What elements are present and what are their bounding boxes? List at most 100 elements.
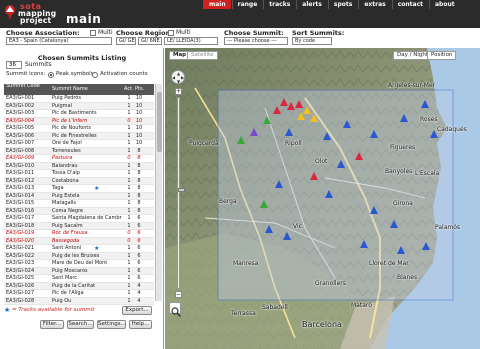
place-label-cadaques: Cadaqués	[437, 126, 467, 133]
table-row[interactable]: EA3/GI-006 Pic de Finestrelles 1 10	[4, 132, 154, 140]
zoom-slider-track[interactable]	[177, 97, 185, 289]
table-row[interactable]: EA3/GI-028 Puig Ou 1 4	[4, 297, 154, 305]
map-search-tool[interactable]	[169, 302, 181, 317]
export-button[interactable]: Export...	[122, 306, 152, 315]
sort-label: Sort Summits:	[292, 29, 345, 37]
zoom-out-button[interactable]: −	[175, 291, 182, 298]
table-row[interactable]: EA3/GI-021 Sant Antoni 1 6 ★	[4, 245, 154, 253]
sort-select[interactable]: By code	[292, 37, 332, 45]
region-select-1[interactable]: GI/ GE	[116, 37, 136, 45]
nav-tab-tracks[interactable]: tracks	[263, 0, 295, 9]
table-row[interactable]: EA3/GI-026 Puig de la Caritat 1 4	[4, 282, 154, 290]
table-scrollbar[interactable]	[155, 84, 162, 301]
zoom-in-button[interactable]: +	[175, 88, 182, 95]
zoom-slider-handle[interactable]	[178, 188, 185, 192]
summit-map[interactable]: Argeles-sur-Mer Roses Cadaqués Figueres …	[165, 48, 480, 349]
region-multi-checkbox[interactable]	[168, 30, 174, 36]
activation-count-cell: 1	[127, 260, 131, 266]
activation-counts-radio[interactable]	[92, 72, 98, 78]
table-row[interactable]: EA3/GI-013 Taga 1 8 ★	[4, 185, 154, 193]
nav-tab-main[interactable]: main	[203, 0, 231, 9]
selector-bar: Choose Association: Multi EA3 - Spain (C…	[0, 29, 480, 47]
help-button[interactable]: Help...	[129, 320, 152, 329]
table-row[interactable]: EA3/GI-009 Pastuira 0 8	[4, 155, 154, 163]
search-button[interactable]: Search...	[67, 320, 94, 329]
legend-text: = Tracks available for summit	[12, 307, 95, 313]
filter-button[interactable]: Filter...	[40, 320, 64, 329]
nav-tab-alerts[interactable]: alerts	[296, 0, 327, 9]
summit-name-cell: Sant Marc	[52, 275, 78, 281]
summit-code-cell: EA3/GI-009	[6, 155, 35, 161]
activation-count-cell: 1	[127, 222, 131, 229]
table-row[interactable]: EA3/GI-015 Matagalls 1 8	[4, 200, 154, 208]
map-canvas[interactable]	[165, 48, 480, 349]
points-cell: 4	[137, 282, 141, 289]
col-header-act[interactable]: Act.	[124, 87, 134, 92]
map-type-satellite-button[interactable]: Satellite	[187, 51, 218, 60]
col-header-name[interactable]: Summit Name	[52, 87, 88, 92]
position-button[interactable]: Position	[427, 51, 457, 60]
peak-symbols-radio[interactable]	[48, 72, 54, 78]
track-star-icon: ★	[94, 185, 100, 192]
table-row[interactable]: EA3/GI-019 Roc de Frausa 0 6	[4, 230, 154, 238]
association-select[interactable]: EA3 - Spain (Catalunya)	[6, 37, 112, 45]
summit-name-cell: Roc de Frausa	[52, 230, 88, 236]
summit-code-cell: EA3/GI-008	[6, 147, 35, 154]
table-row[interactable]: EA3/GI-016 Coma Negre 1 8	[4, 207, 154, 215]
nav-tab-extras[interactable]: extras	[358, 0, 390, 9]
activation-count-cell: 1	[127, 110, 131, 116]
table-row[interactable]: EA3/GI-022 Puig de les Bruixes 1 6	[4, 252, 154, 260]
pan-left-icon[interactable]: ◀	[172, 75, 175, 80]
table-row[interactable]: EA3/GI-020 Bassegoda 0 6	[4, 237, 154, 245]
col-header-code[interactable]: Summit Code	[6, 84, 50, 89]
table-row[interactable]: EA3/GI-024 Puig Moscarós 1 6	[4, 267, 154, 275]
pan-up-icon[interactable]: ▲	[177, 71, 180, 76]
activation-count-cell: 1	[127, 102, 131, 109]
table-row[interactable]: EA3/GI-018 Puig Sacalm 1 6	[4, 222, 154, 230]
place-label-banyoles: Banyoles	[385, 168, 413, 175]
table-row[interactable]: EA3/GI-008 Torreneules 1 8	[4, 147, 154, 155]
zoom-control: + −	[175, 88, 185, 300]
table-row[interactable]: EA3/GI-027 Pic de l'Àliga 1 4	[4, 290, 154, 298]
table-row[interactable]: EA3/GI-023 Mare de Deu del Mont 1 6	[4, 260, 154, 268]
nav-tab-about[interactable]: about	[429, 0, 460, 9]
pan-down-icon[interactable]: ▼	[177, 79, 180, 84]
table-row[interactable]: EA3/GI-014 Puig Estela 1 8	[4, 192, 154, 200]
activation-count-cell: 1	[127, 275, 131, 281]
summit-select[interactable]: --- Please choose ---	[224, 37, 288, 45]
place-label-manresa: Manresa	[233, 260, 259, 267]
table-row[interactable]: EA3/GI-001 Puig Pedrós 1 10	[4, 95, 154, 103]
site-logo[interactable]: sota mapping project	[2, 1, 60, 25]
activation-count-cell: 1	[127, 162, 131, 169]
summit-name-cell: Puigmal	[52, 102, 72, 109]
col-header-pts[interactable]: Pts.	[135, 87, 144, 92]
activation-count-cell: 1	[127, 207, 131, 214]
table-row[interactable]: EA3/GI-003 Pic de Bastiments 1 10	[4, 110, 154, 118]
pan-control[interactable]: ▲ ◀ ▶ ▼	[171, 70, 185, 84]
nav-tab-range[interactable]: range	[231, 0, 263, 9]
logo-mountain-icon	[5, 5, 15, 20]
place-label-berga: Berga	[219, 198, 237, 205]
region-select-2[interactable]: GI/ 6NE	[138, 37, 162, 45]
table-row[interactable]: EA3/GI-002 Puigmal 1 10	[4, 102, 154, 110]
association-multi-checkbox[interactable]	[90, 30, 96, 36]
table-row[interactable]: EA3/GI-025 Sant Marc 1 6	[4, 275, 154, 283]
settings-button[interactable]: Settings...	[97, 320, 126, 329]
pan-right-icon[interactable]: ▶	[181, 75, 184, 80]
table-row[interactable]: EA3/GI-007 Ore de Fajol 1 10	[4, 140, 154, 148]
activation-count-cell: 1	[127, 95, 131, 101]
table-row[interactable]: EA3/GI-012 Costabona 1 8	[4, 177, 154, 185]
table-row[interactable]: EA3/GI-017 Santa Magdalena de Cambrils 1 6	[4, 215, 154, 223]
nav-tab-spots[interactable]: spots	[327, 0, 357, 9]
points-cell: 8	[137, 185, 141, 191]
summit-name-cell: Matagalls	[52, 200, 77, 206]
table-row[interactable]: EA3/GI-004 Pic de L'Infern 0 10	[4, 117, 154, 125]
table-row[interactable]: EA3/GI-010 Balandrau 1 8	[4, 162, 154, 170]
summit-code-cell: EA3/GI-019	[6, 230, 35, 236]
nav-tab-contact[interactable]: contact	[391, 0, 428, 9]
table-row[interactable]: EA3/GI-005 Pic de Noufonts 1 10	[4, 125, 154, 133]
table-row[interactable]: EA3/GI-011 Tossa D'alp 1 8	[4, 170, 154, 178]
activation-count-cell: 1	[127, 290, 131, 296]
region-select-3[interactable]: LE/ LLEIDA(3)	[164, 37, 218, 45]
table-scroll-thumb[interactable]	[157, 92, 162, 152]
